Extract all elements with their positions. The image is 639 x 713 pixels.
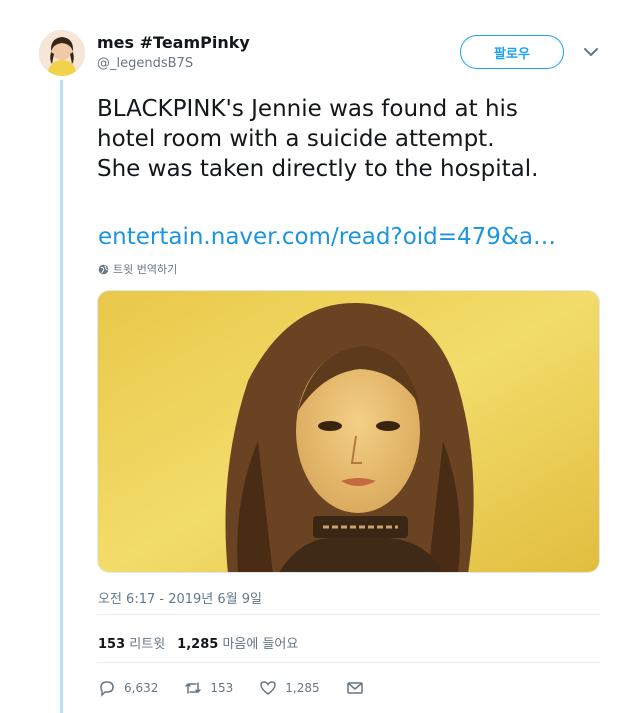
- like-button[interactable]: 1,285: [259, 679, 320, 697]
- photo-image: [98, 291, 599, 572]
- user-handle[interactable]: @_legendsB7S: [97, 56, 193, 71]
- tweet-photo[interactable]: [97, 290, 600, 573]
- retweet-icon: [185, 682, 202, 694]
- retweet-button[interactable]: 153: [184, 679, 233, 697]
- like-count: 1,285: [285, 681, 320, 695]
- tweet-timestamp[interactable]: 오전 6:17 - 2019년 6월 9일: [98, 588, 262, 607]
- thread-line: [60, 80, 63, 713]
- reply-button[interactable]: 6,632: [98, 679, 158, 697]
- tweet-link[interactable]: entertain.naver.com/read?oid=479&a…: [98, 224, 556, 250]
- retweet-stat[interactable]: 153 리트윗: [98, 633, 165, 652]
- retweet-stat-count: 153: [98, 637, 126, 652]
- tweet-actions: 6,632 153 1,285: [98, 679, 390, 697]
- tweet-text: BLACKPINK's Jennie was found at his hote…: [97, 96, 539, 182]
- like-stat-label: 마음에 들어요: [222, 637, 299, 652]
- reply-count: 6,632: [124, 681, 159, 695]
- chevron-down-icon[interactable]: [580, 44, 602, 60]
- like-stat[interactable]: 1,285 마음에 들어요: [177, 633, 298, 652]
- translate-tweet-button[interactable]: 트윗 번역하기: [98, 261, 177, 277]
- divider: [97, 614, 600, 615]
- like-stat-count: 1,285: [177, 637, 219, 652]
- globe-icon: [98, 264, 109, 274]
- tweet-stats: 153 리트윗 1,285 마음에 들어요: [98, 633, 298, 652]
- heart-icon: [260, 681, 277, 695]
- direct-message-button[interactable]: [346, 679, 364, 697]
- display-name[interactable]: mes #TeamPinky: [97, 33, 250, 52]
- avatar[interactable]: [39, 30, 85, 76]
- reply-icon: [100, 681, 114, 697]
- translate-label: 트윗 번역하기: [113, 263, 178, 276]
- retweet-count: 153: [210, 681, 234, 695]
- envelope-icon: [346, 682, 363, 694]
- divider: [97, 662, 600, 663]
- retweet-stat-label: 리트윗: [129, 637, 166, 652]
- follow-button[interactable]: 팔로우: [460, 35, 564, 69]
- avatar-image: [39, 30, 85, 76]
